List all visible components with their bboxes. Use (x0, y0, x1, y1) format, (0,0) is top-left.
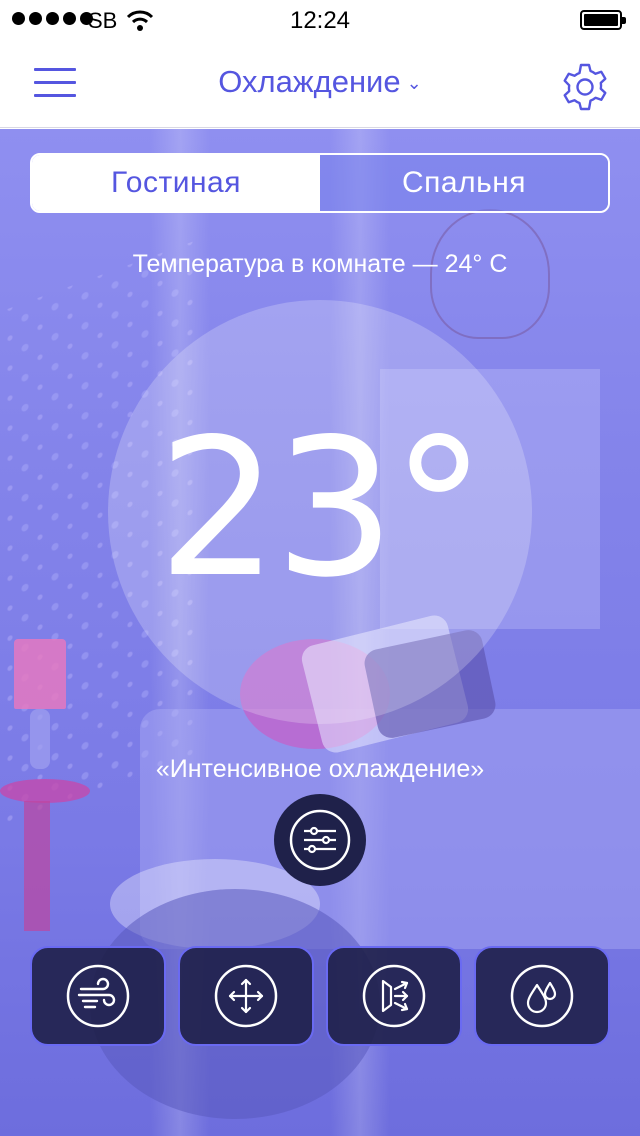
airflow-direction-button[interactable] (326, 946, 462, 1046)
airflow-direction-icon (362, 964, 426, 1028)
dehumidify-button[interactable] (474, 946, 610, 1046)
sliders-icon (289, 809, 351, 871)
battery-icon (580, 10, 626, 30)
navigation-bar: Охлаждение ⌄ (0, 40, 640, 128)
wind-icon (66, 964, 130, 1028)
mode-settings-button[interactable] (274, 794, 366, 886)
tab-living-room[interactable]: Гостиная (32, 155, 320, 211)
move-arrows-icon (214, 964, 278, 1028)
mode-dropdown[interactable]: Охлаждение ⌄ (0, 64, 640, 100)
action-bar (30, 946, 610, 1046)
page-title: Охлаждение (218, 64, 401, 99)
target-temperature: 23° (157, 398, 487, 619)
gear-icon[interactable] (560, 62, 610, 112)
room-selector: Гостиная Спальня (30, 153, 610, 213)
chevron-down-icon: ⌄ (406, 73, 422, 94)
mode-label: «Интенсивное охлаждение» (155, 755, 485, 783)
battery-level (584, 14, 618, 26)
swing-button[interactable] (178, 946, 314, 1046)
status-time: 12:24 (289, 7, 351, 34)
status-bar: SB 12:24 (0, 0, 640, 40)
tab-bedroom[interactable]: Спальня (320, 155, 608, 211)
room-temperature: Температура в комнате — 24° C (132, 250, 508, 278)
fan-speed-button[interactable] (30, 946, 166, 1046)
humidity-drops-icon (510, 964, 574, 1028)
